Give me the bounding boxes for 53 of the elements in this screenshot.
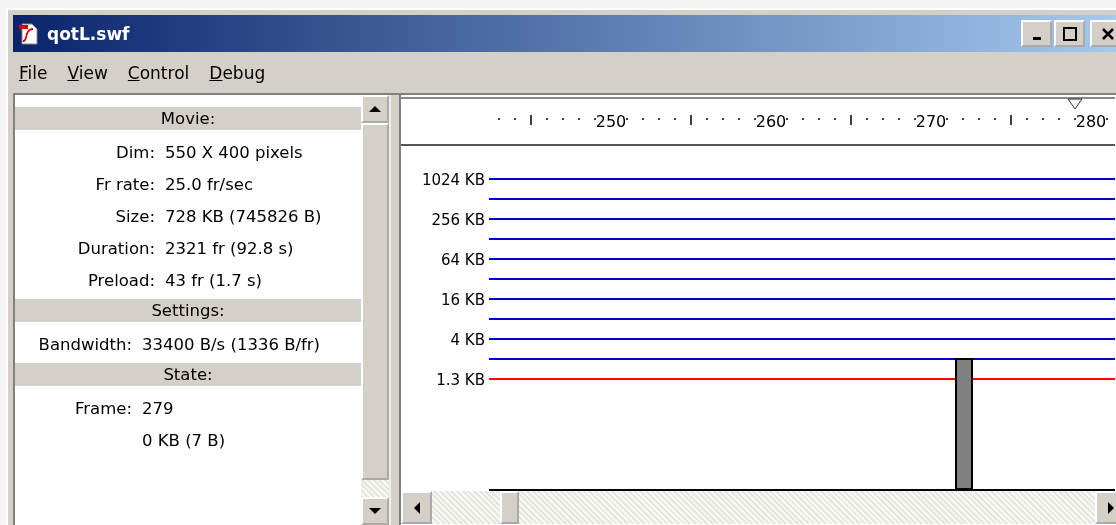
maximize-button[interactable] [1054, 20, 1085, 47]
scroll-left-button[interactable] [401, 491, 432, 524]
info-label: Preload: [86, 270, 155, 290]
info-value: 25.0 fr/sec [165, 174, 254, 194]
axis-label: 1024 KB [421, 171, 485, 189]
axis-label: 64 KB [441, 251, 485, 269]
axis-label: 4 KB [450, 331, 485, 349]
info-label: Bandwidth: [37, 334, 132, 354]
section-heading: Movie: [15, 107, 361, 130]
info-label: Frame: [74, 398, 132, 418]
up-arrow-icon [369, 105, 381, 113]
right-arrow-icon [1106, 501, 1115, 514]
info-label: Size: [114, 206, 155, 226]
menu-item[interactable]: Debug [209, 62, 266, 83]
info-value: 728 KB (745826 B) [165, 206, 323, 226]
info-label: Fr rate: [94, 174, 155, 194]
menu-item[interactable]: View [67, 62, 108, 83]
close-icon [1101, 26, 1115, 41]
section-heading: State: [15, 363, 361, 386]
ruler-label: 270 [915, 112, 947, 131]
minimize-button[interactable] [1021, 20, 1052, 47]
minimize-icon [1032, 37, 1041, 40]
info-label: Duration: [76, 238, 155, 258]
flash-document-icon [19, 22, 39, 45]
menu-item[interactable]: Control [127, 62, 190, 83]
vertical-scrollbar[interactable] [361, 95, 389, 525]
scroll-up-button[interactable] [361, 95, 389, 123]
scroll-thumb[interactable] [500, 491, 519, 524]
scrollbar-track[interactable] [361, 480, 389, 497]
ruler-label: 250 [595, 112, 627, 131]
playhead[interactable] [1067, 98, 1083, 110]
info-value: 550 X 400 pixels [165, 142, 304, 162]
axis-label: 1.3 KB [436, 371, 485, 389]
horizontal-scrollbar[interactable] [401, 491, 1116, 524]
info-value: 43 fr (1.7 s) [165, 270, 264, 290]
ruler-label: 280 [1075, 112, 1107, 131]
menu-item[interactable]: File [19, 62, 48, 83]
left-arrow-icon [412, 501, 421, 514]
maximize-icon [1062, 26, 1077, 41]
ruler-label: 260 [755, 112, 787, 131]
axis-label: 16 KB [441, 291, 485, 309]
info-value: 0 KB (7 B) [142, 430, 227, 450]
info-value: 2321 fr (92.8 s) [165, 238, 295, 258]
scroll-down-button[interactable] [361, 497, 389, 525]
section-heading: Settings: [15, 299, 361, 322]
window-title: qotL.swf [47, 23, 130, 44]
down-arrow-icon [369, 507, 381, 515]
info-value: 279 [142, 398, 175, 418]
axis-label: 256 KB [431, 211, 485, 229]
info-label: Dim: [115, 142, 155, 162]
scroll-thumb[interactable] [361, 123, 389, 480]
close-button[interactable] [1090, 20, 1116, 47]
info-value: 33400 B/s (1336 B/fr) [142, 334, 322, 354]
